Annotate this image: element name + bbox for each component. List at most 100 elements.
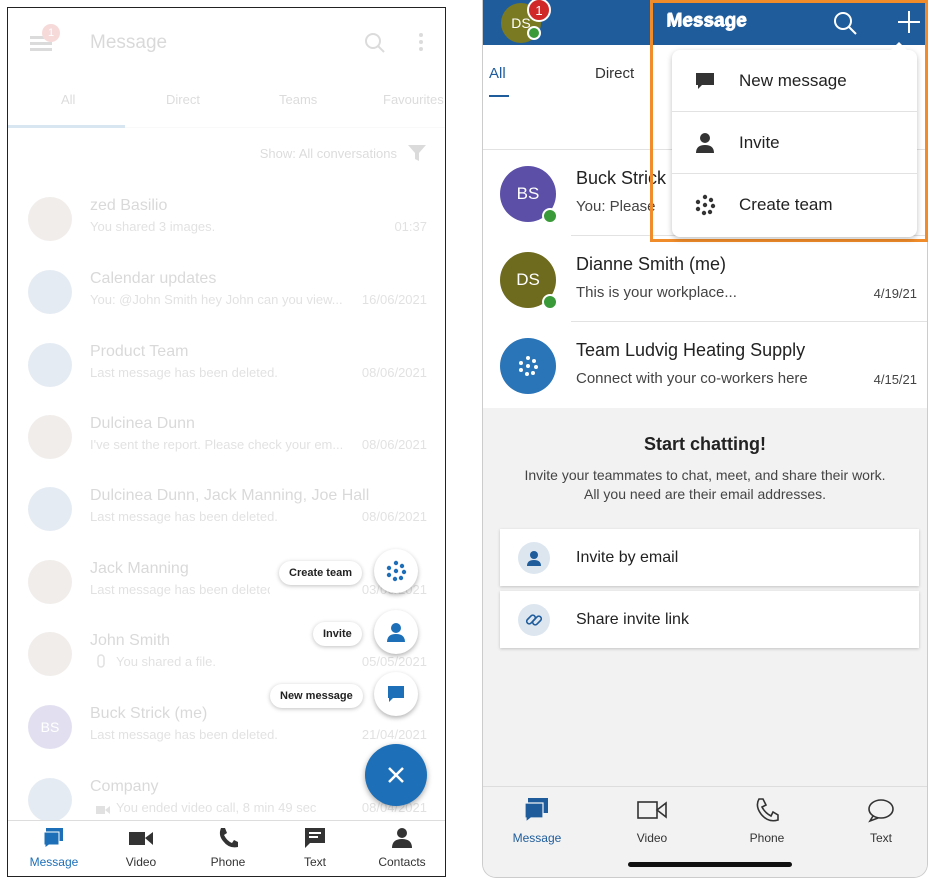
conversation-preview: You shared a file.	[116, 654, 216, 669]
team-dots-icon	[695, 194, 716, 216]
search-icon[interactable]	[364, 32, 386, 59]
new-message-button[interactable]	[374, 672, 418, 716]
speech-bubble-icon	[868, 799, 894, 823]
conversation-time: 05/05/2021	[361, 654, 427, 669]
conversation-preview: You: Please	[576, 198, 656, 215]
link-icon	[518, 604, 550, 636]
conversation-preview: Last message has been deleted.	[90, 582, 270, 597]
new-message-label[interactable]: New message	[270, 684, 363, 708]
search-icon[interactable]	[833, 11, 857, 40]
home-indicator[interactable]	[628, 862, 792, 867]
nav-message[interactable]: Message	[14, 827, 94, 869]
notification-badge: 1	[527, 0, 551, 22]
conversation-time: 4/15/21	[873, 372, 917, 387]
chat-bubble-icon	[388, 686, 404, 702]
conversation-row[interactable]: Calendar updates You: @John Smith hey Jo…	[8, 270, 445, 342]
nav-label: Text	[303, 855, 326, 869]
contacts-icon	[392, 828, 412, 848]
person-icon	[387, 623, 405, 642]
tab-direct[interactable]: Direct	[166, 92, 200, 107]
menu-item-create-team[interactable]: Create team	[672, 174, 917, 236]
conversation-preview: This is your workplace...	[576, 284, 737, 301]
tab-all[interactable]: All	[61, 92, 75, 107]
conversation-time: 01:37	[394, 219, 427, 234]
online-status-icon	[542, 208, 558, 224]
conversation-time: 16/06/2021	[361, 292, 427, 307]
conversation-time: 4/19/21	[873, 286, 917, 301]
tab-all[interactable]: All	[489, 65, 506, 82]
plus-icon[interactable]	[897, 10, 921, 39]
filter-label[interactable]: Show: All conversations	[260, 146, 397, 161]
nav-label: Contacts	[378, 855, 426, 869]
create-team-label[interactable]: Create team	[279, 561, 362, 585]
invite-by-email-button[interactable]: Invite by email	[500, 529, 919, 586]
conversation-row[interactable]: Team Ludvig Heating Supply Connect with …	[483, 322, 927, 408]
conversation-preview: Connect with your co-workers here	[576, 370, 808, 387]
chat-bubble-icon	[696, 73, 714, 89]
conversation-preview: You shared 3 images.	[90, 219, 216, 234]
conversation-name: Buck Strick (me)	[90, 705, 208, 722]
more-options-icon[interactable]	[418, 32, 424, 57]
tab-teams[interactable]: Teams	[279, 92, 317, 107]
nav-label: Text	[869, 831, 892, 845]
android-bottom-nav: Message Video Phone Text Contacts	[8, 820, 445, 876]
android-header: 1 Message	[8, 8, 445, 78]
conversation-time: 08/06/2021	[361, 437, 427, 452]
filter-icon[interactable]	[408, 145, 426, 166]
conversation-preview: Last message has been deleted.	[90, 509, 278, 524]
invite-button[interactable]	[374, 610, 418, 654]
share-invite-link-button[interactable]: Share invite link	[500, 591, 919, 648]
conversation-row[interactable]: Product Team Last message has been delet…	[8, 343, 445, 415]
video-camera-icon	[129, 832, 153, 845]
tab-direct[interactable]: Direct	[595, 65, 634, 82]
nav-phone[interactable]: Phone	[188, 827, 268, 869]
nav-video[interactable]: Video	[612, 797, 692, 845]
avatar	[28, 415, 72, 459]
nav-text[interactable]: Text	[275, 827, 355, 869]
nav-text[interactable]: Text	[841, 797, 921, 845]
avatar	[28, 632, 72, 676]
invite-label[interactable]: Invite	[313, 622, 362, 646]
conversation-preview: You: @John Smith hey John can you view..…	[90, 292, 343, 307]
conversation-time: 08/06/2021	[361, 509, 427, 524]
team-avatar-icon	[28, 778, 72, 822]
menu-item-invite[interactable]: Invite	[672, 112, 917, 174]
conversation-row[interactable]: Dulcinea Dunn, Jack Manning, Joe Hall La…	[8, 487, 445, 559]
conversation-preview: Last message has been deleted.	[90, 365, 278, 380]
group-avatar-icon	[28, 487, 72, 531]
close-icon	[388, 767, 404, 783]
nav-message[interactable]: Message	[497, 797, 577, 845]
conversation-time: 08/06/2021	[361, 365, 427, 380]
video-camera-icon	[637, 801, 667, 819]
nav-phone[interactable]: Phone	[727, 797, 807, 845]
nav-label: Video	[636, 831, 668, 845]
avatar-initials: BS	[516, 184, 540, 203]
menu-item-new-message[interactable]: New message	[672, 50, 917, 112]
close-fab-button[interactable]	[365, 744, 427, 806]
online-status-icon	[527, 26, 541, 40]
create-team-button[interactable]	[374, 549, 418, 593]
attachment-icon	[96, 654, 106, 673]
conversation-row[interactable]: DS Dianne Smith (me) This is your workpl…	[483, 236, 927, 322]
conversation-name: Team Ludvig Heating Supply	[576, 340, 806, 360]
nav-contacts[interactable]: Contacts	[362, 827, 442, 869]
description-line: Invite your teammates to chat, meet, and…	[524, 467, 886, 483]
nav-video[interactable]: Video	[101, 827, 181, 869]
sms-icon	[305, 828, 325, 848]
active-tab-indicator	[489, 95, 509, 97]
team-avatar-icon	[500, 338, 556, 394]
conversation-name: Company	[90, 778, 159, 795]
conversation-row[interactable]: zed Basilio You shared 3 images. 01:37	[8, 197, 445, 269]
avatar	[28, 197, 72, 241]
conversation-name: Dulcinea Dunn	[90, 415, 195, 432]
menu-item-label: Invite	[739, 133, 780, 152]
menu-item-label: New message	[739, 71, 847, 90]
team-dots-icon	[386, 560, 407, 582]
phone-icon	[219, 828, 238, 848]
avatar	[28, 560, 72, 604]
conversation-row[interactable]: Dulcinea Dunn I've sent the report. Plea…	[8, 415, 445, 487]
conversation-name: Product Team	[90, 343, 189, 360]
conversation-preview: Last message has been deleted.	[90, 727, 278, 742]
tab-favourites[interactable]: Favourites	[383, 92, 444, 107]
online-status-icon	[542, 294, 558, 310]
